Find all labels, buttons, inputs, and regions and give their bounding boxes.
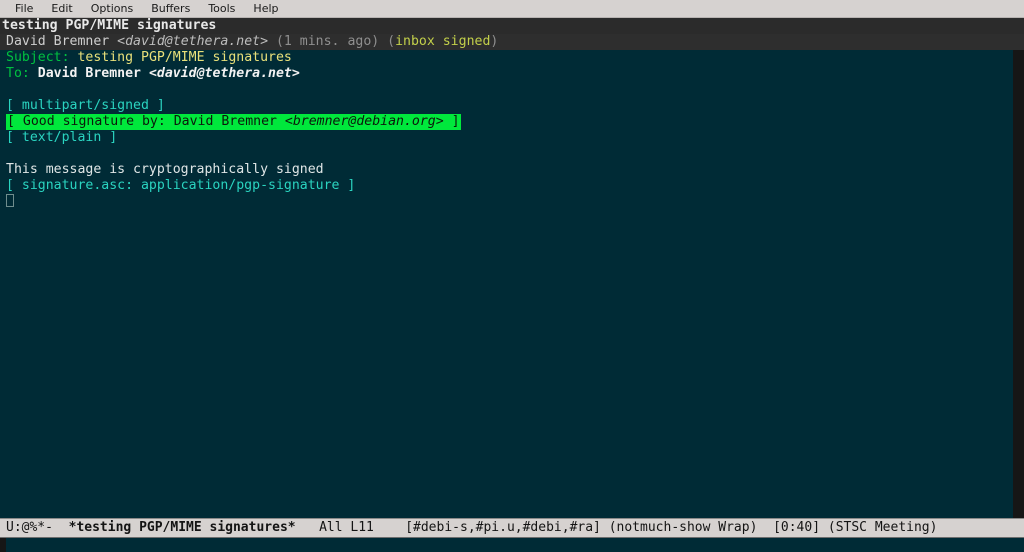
signature-status-line[interactable]: [ Good signature by: David Bremner <brem…: [0, 114, 1024, 130]
message-buffer[interactable]: testing PGP/MIME signatures David Bremne…: [0, 18, 1024, 518]
message-date: (1 mins. ago): [276, 34, 379, 49]
mime-part-multipart-signed-label: [ multipart/signed ]: [6, 98, 165, 113]
text-cursor: [6, 194, 14, 207]
header-to-name: David Bremner: [38, 66, 141, 81]
echo-area[interactable]: [0, 538, 1024, 552]
mode-line-gap-5: [601, 520, 609, 535]
mode-line-gap-2: [296, 520, 319, 535]
tags-close-paren: ): [490, 34, 498, 49]
mode-line-major-mode[interactable]: (notmuch-show Wrap): [609, 520, 758, 535]
mime-part-text-plain[interactable]: [ text/plain ]: [0, 130, 1024, 146]
mime-part-multipart-signed[interactable]: [ multipart/signed ]: [0, 98, 1024, 114]
mode-line-buffer-name[interactable]: *testing PGP/MIME signatures*: [69, 520, 296, 535]
header-subject-line: Subject: testing PGP/MIME signatures: [0, 50, 1024, 66]
header-to-line: To: David Bremner <david@tethera.net>: [0, 66, 1024, 82]
tags-open-paren: (: [387, 34, 395, 49]
mode-line[interactable]: U:@%*- *testing PGP/MIME signatures* All…: [0, 518, 1024, 538]
header-subject-value: testing PGP/MIME signatures: [77, 50, 291, 65]
mode-line-gap-1: [53, 520, 69, 535]
emacs-frame: File Edit Options Buffers Tools Help tes…: [0, 0, 1024, 552]
mode-line-indicators: U:@%*-: [6, 520, 53, 535]
message-body-text: This message is cryptographically signed: [6, 162, 324, 177]
mime-part-signature-asc[interactable]: [ signature.asc: application/pgp-signatu…: [0, 178, 1024, 194]
header-to-email: <david@tethera.net>: [149, 66, 300, 81]
echo-area-left-fringe: [0, 538, 6, 552]
mode-line-gap-6: [757, 520, 773, 535]
cursor-line: [0, 194, 1024, 210]
blank-line-1: [0, 82, 1024, 98]
menu-item-tools[interactable]: Tools: [199, 1, 244, 17]
mime-part-text-plain-label: [ text/plain ]: [6, 130, 117, 145]
good-signature-signer: David Bremner: [174, 114, 285, 129]
message-title: testing PGP/MIME signatures: [2, 18, 216, 33]
mime-part-signature-asc-label: [ signature.asc: application/pgp-signatu…: [6, 178, 355, 193]
mode-line-gap-7: [820, 520, 828, 535]
menu-item-file[interactable]: File: [6, 1, 42, 17]
mode-line-position-line: L11: [350, 520, 373, 535]
good-signature-badge: [ Good signature by: David Bremner <brem…: [6, 114, 461, 130]
good-signature-email: <bremner@debian.org>: [285, 114, 444, 129]
menu-item-edit[interactable]: Edit: [42, 1, 81, 17]
message-tags: inbox signed: [395, 34, 490, 49]
mode-line-gap-4: [374, 520, 405, 535]
menu-item-help[interactable]: Help: [244, 1, 287, 17]
author-name: David Bremner: [6, 34, 109, 49]
buffer-text: testing PGP/MIME signatures David Bremne…: [0, 18, 1024, 518]
good-signature-suffix: ]: [444, 114, 460, 129]
blank-line-2: [0, 146, 1024, 162]
header-to-key: To:: [6, 66, 30, 81]
mode-line-timer[interactable]: [0:40]: [773, 520, 820, 535]
mode-line-appointment[interactable]: (STSC Meeting): [828, 520, 938, 535]
menu-item-buffers[interactable]: Buffers: [142, 1, 199, 17]
author-email: <david@tethera.net>: [117, 34, 268, 49]
mode-line-tags[interactable]: [#debi-s,#pi.u,#debi,#ra]: [405, 520, 601, 535]
menu-item-options[interactable]: Options: [82, 1, 142, 17]
message-body-line: This message is cryptographically signed: [0, 162, 1024, 178]
good-signature-prefix: [ Good signature by:: [7, 114, 174, 129]
header-subject-key: Subject:: [6, 50, 70, 65]
message-author-line[interactable]: David Bremner <david@tethera.net> (1 min…: [0, 34, 1024, 50]
message-title-line[interactable]: testing PGP/MIME signatures: [0, 18, 1024, 34]
menu-bar: File Edit Options Buffers Tools Help: [0, 0, 1024, 18]
mode-line-position-all: All: [319, 520, 342, 535]
